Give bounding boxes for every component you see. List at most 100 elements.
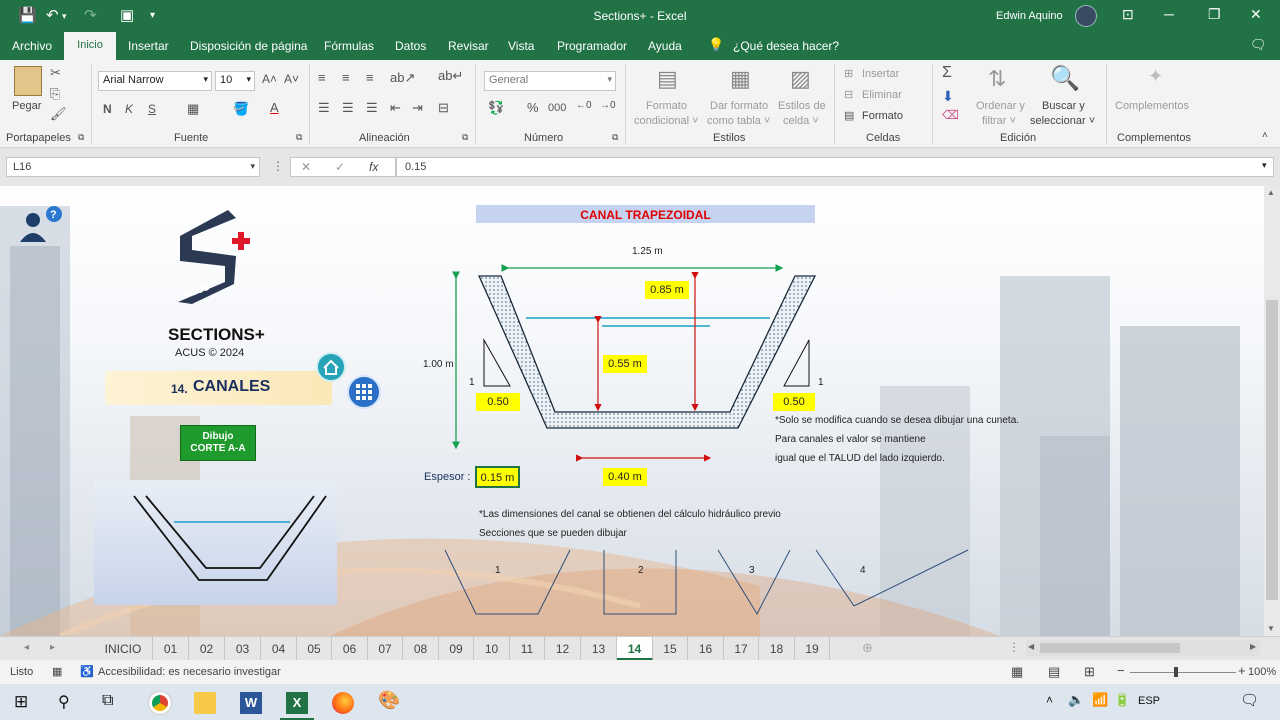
increase-font-icon[interactable]: A˄ <box>262 72 277 86</box>
conditional-format-icon[interactable]: ▤ <box>657 66 678 92</box>
thickness-cell[interactable]: 0.15 m <box>475 466 520 488</box>
font-launcher-icon[interactable]: ⧉ <box>296 132 302 143</box>
borders-icon[interactable]: ▦ <box>187 101 199 117</box>
autosum-icon[interactable]: Σ <box>942 64 952 82</box>
tell-me-search[interactable]: ¿Qué desea hacer? <box>733 39 839 53</box>
sheet-tab-01[interactable]: 01 <box>153 637 189 660</box>
currency-icon[interactable]: 💱 <box>488 100 504 116</box>
find-line1[interactable]: Buscar y <box>1042 100 1085 112</box>
language-indicator[interactable]: ESP <box>1138 695 1160 707</box>
volume-icon[interactable]: 🔈 <box>1068 692 1084 708</box>
align-center-icon[interactable]: ☰ <box>342 100 354 116</box>
scroll-left-icon[interactable]: ◀ <box>1028 642 1034 651</box>
sheet-tab-14[interactable]: 14 <box>617 637 653 660</box>
align-right-icon[interactable]: ☰ <box>366 100 378 116</box>
page-break-icon[interactable]: ⊞ <box>1084 664 1095 680</box>
worksheet[interactable]: ? ACUS SECTIONS+ ACUS © 2024 14. CANALES… <box>0 186 1264 636</box>
task-view-icon[interactable]: ⧉ <box>102 692 113 710</box>
tab-revisar[interactable]: Revisar <box>448 39 489 53</box>
prev-sheet-icon[interactable]: ◂ <box>24 642 29 653</box>
page-layout-icon[interactable]: ▤ <box>1048 664 1060 680</box>
clipboard-launcher-icon[interactable]: ⧉ <box>78 132 84 143</box>
cell-styles-line2[interactable]: celda ˅ <box>783 115 819 127</box>
decrease-decimal-icon[interactable]: →0 <box>600 100 616 111</box>
decrease-font-icon[interactable]: A˅ <box>284 72 299 86</box>
clear-icon[interactable]: ⌫ <box>942 108 959 122</box>
split-handle-icon[interactable]: ⋮ <box>1008 640 1020 654</box>
tab-disposicion[interactable]: Disposición de página <box>190 39 307 53</box>
home-icon[interactable] <box>316 352 346 382</box>
tray-overflow-icon[interactable]: ˄ <box>1046 693 1053 707</box>
increase-decimal-icon[interactable]: ←0 <box>576 100 592 111</box>
vertical-scroll-thumb[interactable] <box>1266 300 1278 600</box>
zoom-in-icon[interactable]: + <box>1238 663 1246 678</box>
file-explorer-icon[interactable] <box>194 692 216 714</box>
alignment-launcher-icon[interactable]: ⧉ <box>462 132 468 143</box>
firefox-icon[interactable] <box>332 692 354 714</box>
number-launcher-icon[interactable]: ⧉ <box>612 132 618 143</box>
chrome-icon[interactable] <box>149 692 171 714</box>
fill-color-icon[interactable]: 🪣 <box>233 101 249 117</box>
scroll-down-icon[interactable]: ▼ <box>1267 624 1275 633</box>
tab-insertar[interactable]: Insertar <box>128 39 169 53</box>
scroll-up-icon[interactable]: ▲ <box>1267 188 1275 197</box>
format-button[interactable]: Formato <box>862 110 903 122</box>
cut-icon[interactable]: ✂ <box>50 65 61 81</box>
sheet-tab-12[interactable]: 12 <box>545 637 581 660</box>
copy-icon[interactable]: ⎘ <box>50 86 60 102</box>
wrap-text-icon[interactable]: ab↵ <box>438 68 463 84</box>
tab-formulas[interactable]: Fórmulas <box>324 39 374 53</box>
conditional-format-line1[interactable]: Formato <box>646 100 687 112</box>
format-table-line2[interactable]: como tabla ˅ <box>707 115 770 127</box>
collapse-ribbon-icon[interactable]: ˄ <box>1262 130 1268 141</box>
next-sheet-icon[interactable]: ▸ <box>50 642 55 653</box>
align-middle-icon[interactable]: ≡ <box>342 70 350 85</box>
close-icon[interactable]: ✕ <box>1250 6 1262 23</box>
sheet-tab-06[interactable]: 06 <box>332 637 368 660</box>
format-painter-icon[interactable]: 🖌 <box>50 106 67 122</box>
avatar[interactable] <box>1075 5 1097 27</box>
accessibility-icon[interactable]: ♿ <box>80 665 94 678</box>
enter-icon[interactable]: ✓ <box>335 160 345 174</box>
cell-styles-icon[interactable]: ▨ <box>790 66 811 92</box>
comments-icon[interactable]: 🗨 <box>1250 37 1267 53</box>
name-box[interactable]: L16 ▾ <box>6 157 260 177</box>
cell-styles-line1[interactable]: Estilos de <box>778 100 826 112</box>
merge-center-icon[interactable]: ⊟ <box>438 100 449 116</box>
format-table-line1[interactable]: Dar formato <box>710 100 768 112</box>
draw-section-button[interactable]: Dibujo CORTE A-A <box>180 425 256 461</box>
battery-icon[interactable]: 🔋 <box>1114 692 1130 708</box>
add-sheet-icon[interactable]: ⊕ <box>862 640 873 656</box>
minimize-icon[interactable]: ─ <box>1164 6 1174 22</box>
paint-icon[interactable]: 🎨 <box>378 690 400 711</box>
formula-options-icon[interactable]: ⋮ <box>272 159 284 173</box>
sheet-tab-19[interactable]: 19 <box>795 637 830 660</box>
find-line2[interactable]: seleccionar ˅ <box>1030 115 1095 127</box>
word-icon[interactable]: W <box>240 692 262 714</box>
number-format-select[interactable]: General ▾ <box>484 71 616 91</box>
font-size-select[interactable]: 10 ▾ <box>215 71 255 91</box>
find-icon[interactable]: 🔍 <box>1050 64 1080 93</box>
restore-icon[interactable]: ❐ <box>1208 6 1221 23</box>
sheet-tab-11[interactable]: 11 <box>510 637 545 660</box>
align-bottom-icon[interactable]: ≡ <box>366 70 374 85</box>
tab-archivo[interactable]: Archivo <box>12 39 52 53</box>
italic-button[interactable]: K <box>125 102 133 116</box>
sheet-tab-04[interactable]: 04 <box>261 637 297 660</box>
grid-menu-icon[interactable] <box>347 375 381 409</box>
conditional-format-line2[interactable]: condicional ˅ <box>634 115 699 127</box>
sheet-tab-02[interactable]: 02 <box>189 637 225 660</box>
formula-input[interactable]: 0.15 <box>396 157 1274 177</box>
zoom-slider-thumb[interactable] <box>1174 667 1178 677</box>
sheet-tab-16[interactable]: 16 <box>688 637 724 660</box>
tab-programador[interactable]: Programador <box>557 39 627 53</box>
paste-icon[interactable] <box>14 66 42 96</box>
normal-view-icon[interactable]: ▦ <box>1011 664 1023 680</box>
sheet-tab-13[interactable]: 13 <box>581 637 617 660</box>
search-icon[interactable]: ⚲ <box>58 692 70 712</box>
cancel-icon[interactable]: ✕ <box>301 160 311 174</box>
comma-style-icon[interactable]: 000 <box>548 102 566 114</box>
sheet-tab-inicio[interactable]: INICIO <box>94 637 153 660</box>
font-name-select[interactable]: Arial Narrow ▾ <box>98 71 212 91</box>
slope-right[interactable]: 0.50 <box>773 393 815 411</box>
